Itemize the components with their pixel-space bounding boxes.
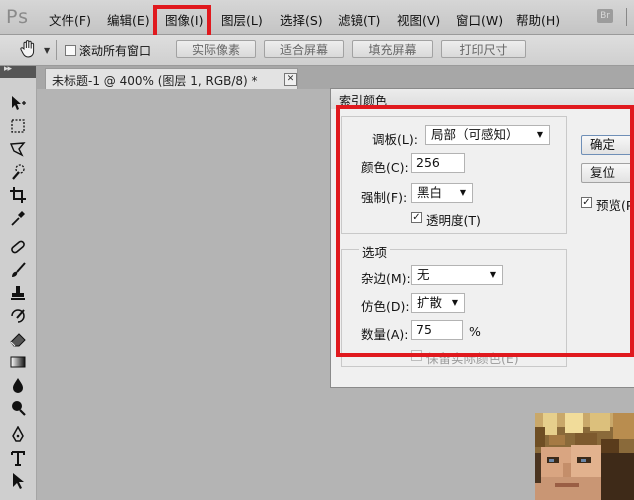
type-icon[interactable] [9,449,27,467]
path-select-icon[interactable] [9,472,27,490]
bridge-button[interactable]: Br [597,9,613,23]
scroll-all-windows-label: 滚动所有窗口 [79,44,152,58]
menu-bar: Ps 文件(F) 编辑(E) 图像(I) 图层(L) 选择(S) 滤镜(T) 视… [0,0,634,35]
eraser-icon[interactable] [9,330,27,348]
marquee-icon[interactable] [9,117,27,135]
portrait-image [535,413,634,500]
tool-preset-chevron-down-icon[interactable]: ▼ [44,46,50,55]
menu-edit[interactable]: 编辑(E) [107,10,150,29]
document-tab-title: 未标题-1 @ 400% (图层 1, RGB/8) * [52,74,258,88]
scroll-all-windows-checkbox[interactable] [65,45,76,56]
gradient-icon[interactable] [9,353,27,371]
menu-window[interactable]: 窗口(W) [456,10,503,29]
brush-icon[interactable] [9,261,27,279]
menu-view[interactable]: 视图(V) [397,10,440,29]
toolbox: ▸▸ [0,64,37,500]
clone-stamp-icon[interactable] [9,284,27,302]
dialog-highlight [336,105,634,357]
menu-layer[interactable]: 图层(L) [221,10,263,29]
crop-icon[interactable] [9,186,27,204]
close-icon[interactable]: ✕ [284,73,297,86]
quick-select-icon[interactable] [9,163,27,181]
options-divider [56,40,57,60]
toolbox-header[interactable]: ▸▸ [0,64,36,78]
healing-brush-icon[interactable] [9,238,27,256]
menu-select[interactable]: 选择(S) [280,10,323,29]
menu-help[interactable]: 帮助(H) [516,10,560,29]
pen-icon[interactable] [9,426,27,444]
history-brush-icon[interactable] [9,307,27,325]
fill-screen-button[interactable]: 填充屏幕 [352,40,433,58]
menu-filter[interactable]: 滤镜(T) [338,10,380,29]
document-tab-bar: 未标题-1 @ 400% (图层 1, RGB/8) * ✕ [37,66,634,89]
menu-divider [626,8,627,26]
options-bar: ▼ 滚动所有窗口 实际像素 适合屏幕 填充屏幕 打印尺寸 [0,35,634,66]
eyedropper-icon[interactable] [9,209,27,227]
fit-screen-button[interactable]: 适合屏幕 [264,40,344,58]
blur-icon[interactable] [9,376,27,394]
document-tab[interactable]: 未标题-1 @ 400% (图层 1, RGB/8) * ✕ [45,68,298,89]
photoshop-logo: Ps [6,6,30,28]
expand-arrows-icon: ▸▸ [4,64,12,74]
move-icon[interactable] [9,94,27,112]
hand-icon[interactable] [17,38,39,60]
dodge-icon[interactable] [9,399,27,417]
print-size-button[interactable]: 打印尺寸 [441,40,526,58]
actual-pixels-button[interactable]: 实际像素 [176,40,256,58]
lasso-icon[interactable] [9,140,27,158]
menu-file[interactable]: 文件(F) [49,10,91,29]
